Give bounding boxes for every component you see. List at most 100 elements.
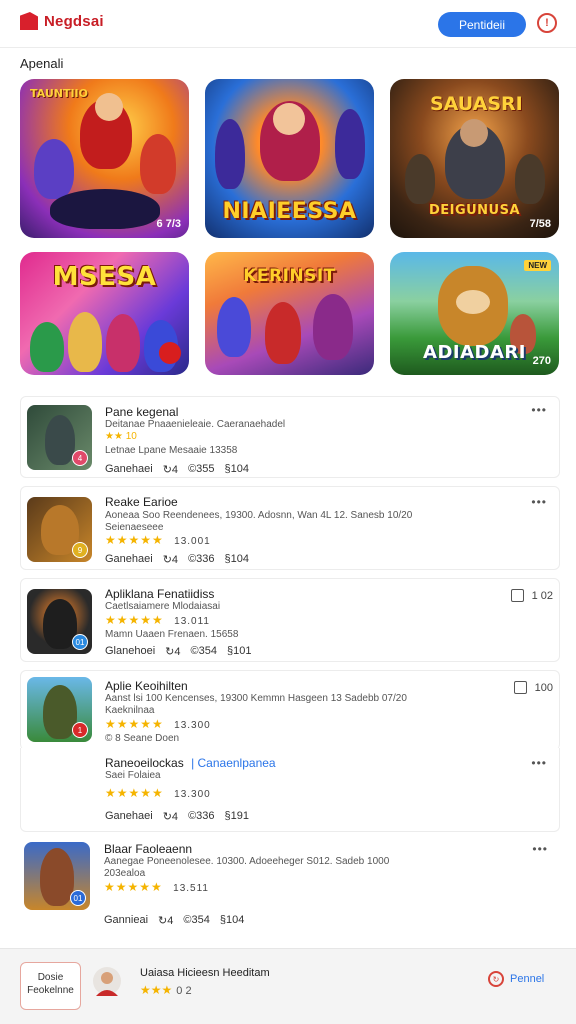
section-title: Apenali bbox=[20, 56, 64, 71]
bottom-button-line2: Feokelnne bbox=[27, 985, 74, 996]
thumb-figure bbox=[45, 415, 75, 465]
item-title: Reake Earioe bbox=[105, 495, 178, 509]
more-menu-icon[interactable]: ••• bbox=[531, 495, 547, 509]
item-title: Apliklana Fenatiidiss bbox=[105, 587, 215, 601]
logo-mark-icon bbox=[20, 12, 38, 30]
item-meta: Glanehoei ↻4 ©354 §101 bbox=[105, 645, 251, 658]
star-rating-icon: ★★★★★ bbox=[105, 786, 164, 800]
meta-downloads: ↻4 bbox=[165, 646, 181, 658]
item-rating-value: 13.300 bbox=[174, 720, 211, 731]
item-category: Kaeknilnaa bbox=[105, 705, 155, 716]
app-root: Negdsai Pentideii ! Apenali TAUNTIIO 6 7… bbox=[0, 0, 576, 1024]
item-thumbnail: 1 bbox=[27, 677, 92, 742]
bear-face bbox=[456, 290, 490, 314]
item-meta: Ganehaei ↻4 ©355 §104 bbox=[105, 463, 249, 476]
more-menu-icon[interactable]: ••• bbox=[532, 842, 548, 856]
card-top-text: TAUNTIIO bbox=[30, 87, 89, 100]
meta-size: ©354 bbox=[190, 645, 217, 657]
bottom-action-button[interactable]: ↻ Pennel bbox=[488, 971, 544, 987]
card-top-text: SAUASRI bbox=[430, 93, 523, 115]
checkbox-icon[interactable] bbox=[510, 589, 524, 602]
item-title: Blaar Faoleaenn bbox=[104, 842, 193, 856]
list-item[interactable]: 1 Aplie Keoihilten Aanst lsi 100 Kencens… bbox=[20, 670, 560, 750]
list-item[interactable]: 9 Reake Earioe Aoneaa Soo Reendenees, 19… bbox=[20, 486, 560, 570]
avatar[interactable] bbox=[92, 966, 122, 1005]
item-meta: Ganehaei ↻4 ©336 §191 bbox=[105, 810, 249, 823]
item-subtitle: Aanst lsi 100 Kencenses, 19300 Kemmn Has… bbox=[105, 693, 407, 704]
hero-figure bbox=[265, 302, 301, 364]
item-title: Pane kegenal bbox=[105, 405, 179, 419]
rating-badge-icon: 01 bbox=[72, 634, 88, 650]
bottom-action-label: Pennel bbox=[510, 973, 545, 985]
item-category: Saei Folaiea bbox=[105, 770, 161, 781]
item-title-link[interactable]: | Canaenlpanea bbox=[191, 756, 276, 770]
featured-card-1[interactable]: TAUNTIIO 6 7/3 bbox=[20, 79, 189, 238]
featured-card-6[interactable]: ADIADARI NEW 270 bbox=[390, 252, 559, 375]
featured-card-2[interactable]: NIAIEESSA bbox=[205, 79, 374, 238]
meta-size: ©354 bbox=[183, 914, 210, 926]
item-thumbnail: 9 bbox=[27, 497, 92, 562]
more-menu-icon[interactable]: ••• bbox=[531, 756, 547, 770]
alert-search-icon[interactable]: ! bbox=[537, 13, 557, 33]
card-caption: KERINSIT bbox=[243, 266, 336, 286]
item-detail: Mamn Uaaen Frenaen. 15658 bbox=[105, 629, 239, 640]
meta-count: §191 bbox=[224, 810, 250, 822]
item-thumbnail: 4 bbox=[27, 405, 92, 470]
logo-text: Negdsai bbox=[44, 12, 104, 30]
ground-shape bbox=[50, 189, 160, 229]
bottom-title: Uaiasa Hicieesn Heeditam bbox=[140, 967, 270, 979]
star-rating-icon: ★★★★★ bbox=[104, 880, 163, 894]
more-menu-icon[interactable]: ••• bbox=[531, 403, 547, 417]
item-stars: ★★★★★ 13.011 bbox=[105, 613, 210, 627]
side-figure bbox=[34, 139, 74, 199]
app-logo[interactable]: Negdsai bbox=[20, 12, 104, 30]
title-link-text[interactable]: Canaenlpanea bbox=[198, 756, 276, 770]
item-right-control[interactable]: 1 02 bbox=[510, 589, 553, 602]
item-title-text: Raneoeilockas bbox=[105, 756, 184, 770]
card-caption: MSESA bbox=[52, 262, 157, 292]
item-stars: ★★★★★ 13.511 bbox=[104, 880, 209, 894]
hero-face bbox=[95, 93, 123, 121]
side-figure bbox=[515, 154, 545, 204]
hero-face bbox=[460, 119, 488, 147]
item-stars: ★★★★★ 13.001 bbox=[105, 533, 211, 547]
bottom-rating-value: 0 2 bbox=[176, 985, 192, 997]
meta-count: §104 bbox=[224, 553, 250, 565]
meta-downloads: ↻4 bbox=[162, 811, 179, 823]
header-primary-button[interactable]: Pentideii bbox=[438, 12, 526, 37]
card-badge: 7/58 bbox=[529, 218, 551, 230]
card-caption: NIAIEESSA bbox=[222, 199, 357, 224]
bottom-button-line1: Dosie bbox=[37, 972, 64, 983]
list-item[interactable]: 4 Pane kegenal Deitanae Pnaaenieleaie. C… bbox=[20, 396, 560, 478]
meta-label: Glanehoei bbox=[105, 645, 156, 657]
rating-dot-icon bbox=[159, 342, 181, 364]
side-figure bbox=[30, 322, 64, 372]
item-detail: Letnae Lpane Mesaaie 13358 bbox=[105, 445, 238, 456]
meta-count: §104 bbox=[219, 914, 245, 926]
list-item[interactable]: 01 Blaar Faoleaenn Aanegae Poneenolesee.… bbox=[20, 836, 560, 932]
bottom-left-button[interactable]: Dosie Feokelnne bbox=[20, 962, 81, 1010]
item-rating-value: 13.011 bbox=[174, 616, 210, 627]
thumb-figure bbox=[40, 848, 74, 906]
list-item[interactable]: Raneoeilockas | Canaenlpanea Saei Folaie… bbox=[20, 748, 560, 832]
meta-downloads: ↻4 bbox=[158, 915, 174, 927]
featured-card-5[interactable]: KERINSIT bbox=[205, 252, 374, 375]
featured-card-3[interactable]: SAUASRI DEIGUNUSA 7/58 bbox=[390, 79, 559, 238]
side-figure bbox=[140, 134, 176, 194]
meta-label: Gannieai bbox=[104, 914, 149, 926]
meta-size: ©355 bbox=[188, 463, 215, 475]
side-figure bbox=[335, 109, 365, 179]
item-meta: Gannieai ↻4 ©354 §104 bbox=[104, 914, 244, 927]
side-figure bbox=[217, 297, 251, 357]
item-rating-value: 13.511 bbox=[173, 883, 209, 894]
featured-card-4[interactable]: MSESA bbox=[20, 252, 189, 375]
rating-badge-icon: 01 bbox=[70, 890, 86, 906]
checkbox-icon[interactable] bbox=[513, 681, 527, 694]
item-rating-value: 13.300 bbox=[174, 789, 211, 800]
side-figure bbox=[405, 154, 435, 204]
list-item[interactable]: 01 Apliklana Fenatiidiss Caetlsaiamere M… bbox=[20, 578, 560, 662]
item-subtitle: Aoneaa Soo Reendenees, 19300. Adosnn, Wa… bbox=[105, 510, 413, 521]
item-right-control[interactable]: 100 bbox=[513, 681, 553, 694]
item-title: Raneoeilockas | Canaenlpanea bbox=[105, 756, 276, 770]
rating-badge-icon: 1 bbox=[72, 722, 88, 738]
